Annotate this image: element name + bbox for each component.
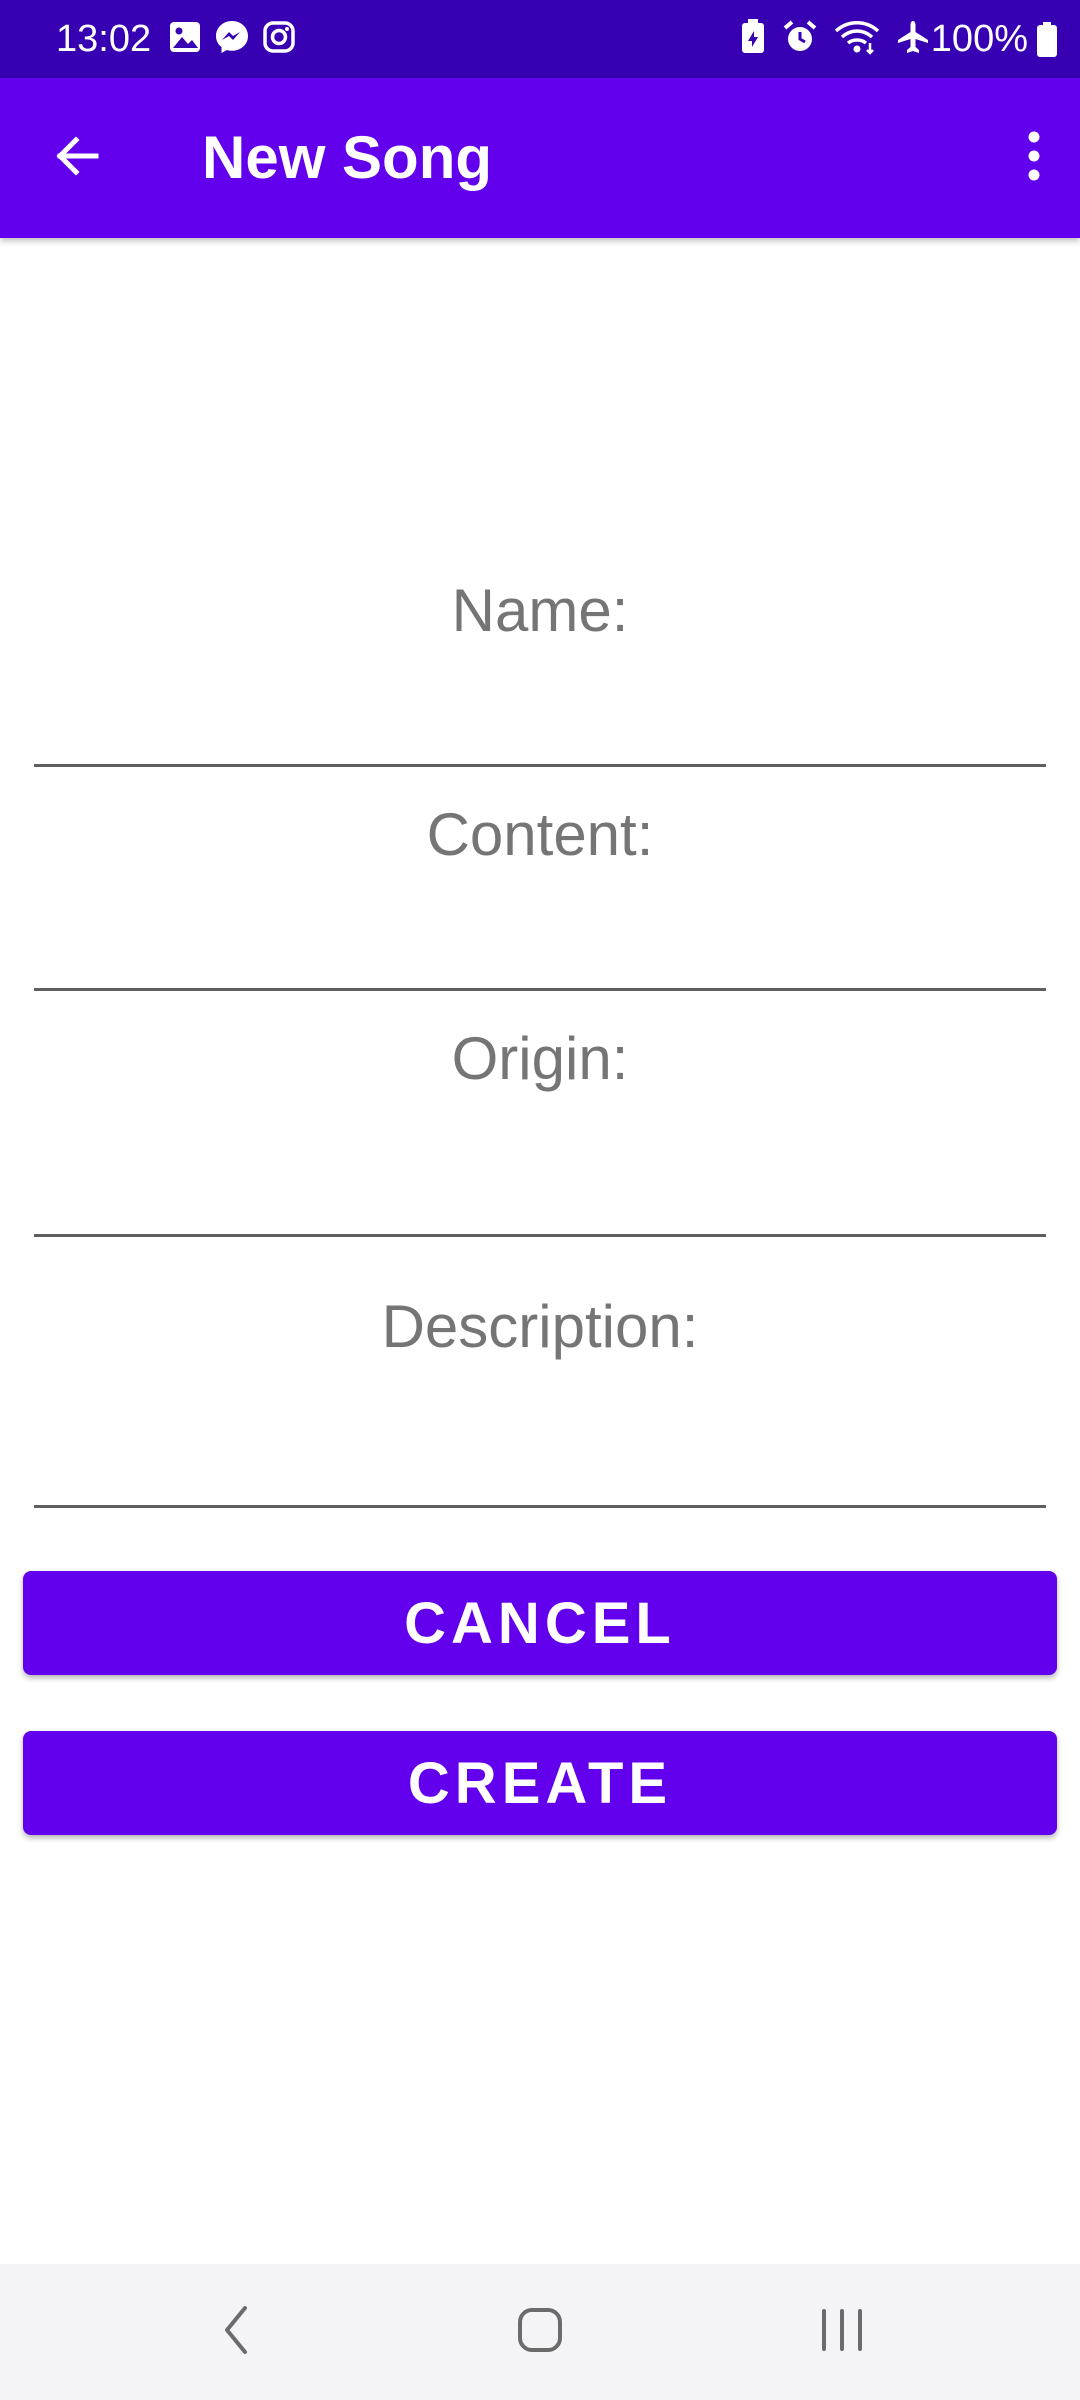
more-options-button[interactable] — [1004, 118, 1064, 198]
nav-recents-button[interactable] — [782, 2292, 902, 2372]
battery-saver-icon — [740, 18, 766, 60]
app-bar: New Song — [0, 78, 1080, 238]
origin-input[interactable] — [34, 1147, 1046, 1237]
origin-label: Origin: — [451, 1025, 629, 1092]
nav-back-button[interactable] — [176, 2292, 296, 2372]
name-input[interactable] — [34, 677, 1046, 767]
content-input[interactable] — [34, 901, 1046, 991]
airplane-mode-icon — [896, 19, 930, 60]
content-label: Content: — [426, 801, 654, 868]
gallery-icon — [168, 20, 202, 59]
nav-home-button[interactable] — [480, 2292, 600, 2372]
battery-percentage: 100% — [930, 18, 1028, 60]
recents-icon — [818, 2305, 866, 2360]
home-icon — [515, 2305, 565, 2360]
name-label: Name: — [451, 577, 629, 644]
status-bar: 13:02 100% — [0, 0, 1080, 78]
back-icon — [221, 2305, 251, 2360]
instagram-icon — [262, 20, 296, 59]
wifi-icon — [834, 19, 880, 60]
navigation-bar — [0, 2264, 1080, 2400]
arrow-back-icon — [52, 131, 102, 186]
description-label: Description: — [381, 1293, 699, 1360]
system-status-icons — [740, 18, 930, 60]
alarm-icon — [782, 19, 818, 60]
create-button[interactable]: CREATE — [23, 1731, 1057, 1835]
notification-icons — [168, 20, 296, 58]
messenger-icon — [214, 19, 250, 60]
description-input[interactable] — [34, 1418, 1046, 1508]
more-vert-icon — [1027, 130, 1041, 187]
page-title: New Song — [202, 124, 493, 191]
back-button[interactable] — [38, 116, 116, 200]
status-time: 13:02 — [56, 18, 152, 60]
cancel-button[interactable]: CANCEL — [23, 1571, 1057, 1675]
battery-icon — [1036, 22, 1058, 63]
